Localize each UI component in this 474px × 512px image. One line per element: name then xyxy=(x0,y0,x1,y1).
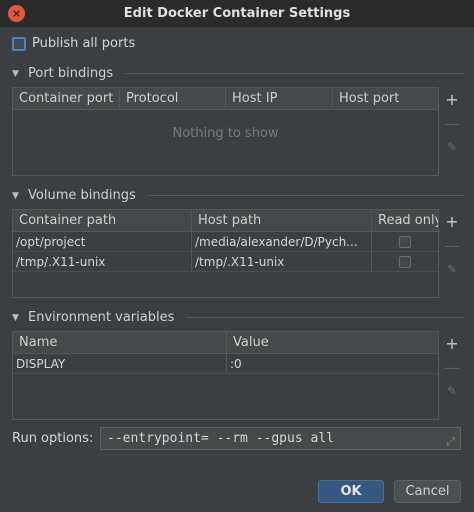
remove-icon[interactable]: — xyxy=(442,355,462,379)
remove-icon[interactable]: — xyxy=(442,233,462,257)
port-bindings-table[interactable]: Container port Protocol Host IP Host por… xyxy=(12,87,439,176)
read-only-cell xyxy=(372,252,438,271)
remove-icon[interactable]: — xyxy=(442,111,462,135)
read-only-checkbox[interactable] xyxy=(399,235,411,248)
port-bindings-toolbar: + — ✎ xyxy=(442,87,462,159)
column-header[interactable]: Container port xyxy=(13,88,120,109)
env-name-cell[interactable]: DISPLAY xyxy=(13,354,227,373)
column-header[interactable]: Protocol xyxy=(120,88,226,109)
table-row[interactable]: /tmp/.X11-unix /tmp/.X11-unix xyxy=(13,252,438,272)
cancel-button[interactable]: Cancel xyxy=(394,480,461,503)
ok-button[interactable]: OK xyxy=(318,480,384,503)
column-header[interactable]: Host path xyxy=(192,210,372,231)
publish-all-ports[interactable]: Publish all ports xyxy=(12,36,135,51)
env-value-cell[interactable]: :0 xyxy=(227,354,438,373)
publish-all-ports-label: Publish all ports xyxy=(32,36,136,51)
host-path-cell[interactable]: /tmp/.X11-unix xyxy=(192,252,372,271)
close-button[interactable]: × xyxy=(8,5,25,22)
volume-bindings-table-header: Container path Host path Read only xyxy=(13,210,438,232)
volume-bindings-header[interactable]: ▼ Volume bindings xyxy=(12,188,464,203)
container-path-cell[interactable]: /opt/project xyxy=(13,232,192,251)
window-title: Edit Docker Container Settings xyxy=(123,6,351,21)
add-icon[interactable]: + xyxy=(442,331,462,355)
read-only-checkbox[interactable] xyxy=(399,255,411,268)
column-header[interactable]: Name xyxy=(13,332,227,353)
environment-variables-toolbar: + — ✎ xyxy=(442,331,462,403)
add-icon[interactable]: + xyxy=(442,87,462,111)
edit-icon[interactable]: ✎ xyxy=(442,379,462,403)
read-only-cell xyxy=(372,232,438,251)
column-header[interactable]: Container path xyxy=(13,210,192,231)
collapse-arrow-icon[interactable]: ▼ xyxy=(12,313,22,323)
table-row[interactable]: /opt/project /media/alexander/D/Pych... xyxy=(13,232,438,252)
port-bindings-header[interactable]: ▼ Port bindings xyxy=(12,66,464,81)
container-path-cell[interactable]: /tmp/.X11-unix xyxy=(13,252,192,271)
host-path-cell[interactable]: /media/alexander/D/Pych... xyxy=(192,232,372,251)
publish-all-ports-checkbox[interactable] xyxy=(12,36,26,51)
column-header[interactable]: Host port xyxy=(333,88,438,109)
run-options-value: --entrypoint= --rm --gpus all xyxy=(107,431,334,446)
add-icon[interactable]: + xyxy=(442,209,462,233)
divider xyxy=(147,195,464,196)
port-bindings-title: Port bindings xyxy=(28,66,114,81)
run-options-label: Run options: xyxy=(12,431,94,446)
column-header[interactable]: Read only xyxy=(372,210,438,231)
divider xyxy=(186,317,464,318)
edit-icon[interactable]: ✎ xyxy=(442,135,462,159)
collapse-arrow-icon[interactable]: ▼ xyxy=(12,191,22,201)
environment-variables-table[interactable]: Name Value DISPLAY :0 xyxy=(12,331,439,420)
title-bar: × Edit Docker Container Settings xyxy=(0,0,474,27)
volume-bindings-toolbar: + — ✎ xyxy=(442,209,462,281)
column-header[interactable]: Value xyxy=(227,332,438,353)
table-row[interactable]: DISPLAY :0 xyxy=(13,354,438,374)
port-bindings-table-header: Container port Protocol Host IP Host por… xyxy=(13,88,438,110)
divider xyxy=(125,73,464,74)
column-header[interactable]: Host IP xyxy=(226,88,333,109)
expand-icon[interactable]: ⤢ xyxy=(446,431,455,452)
environment-variables-table-header: Name Value xyxy=(13,332,438,354)
run-options-input[interactable]: --entrypoint= --rm --gpus all ⤢ xyxy=(100,427,461,450)
volume-bindings-title: Volume bindings xyxy=(28,188,136,203)
empty-state-text: Nothing to show xyxy=(172,126,279,141)
environment-variables-header[interactable]: ▼ Environment variables xyxy=(12,310,464,325)
edit-icon[interactable]: ✎ xyxy=(442,257,462,281)
environment-variables-title: Environment variables xyxy=(28,310,175,325)
collapse-arrow-icon[interactable]: ▼ xyxy=(12,69,22,79)
volume-bindings-table[interactable]: Container path Host path Read only /opt/… xyxy=(12,209,439,298)
